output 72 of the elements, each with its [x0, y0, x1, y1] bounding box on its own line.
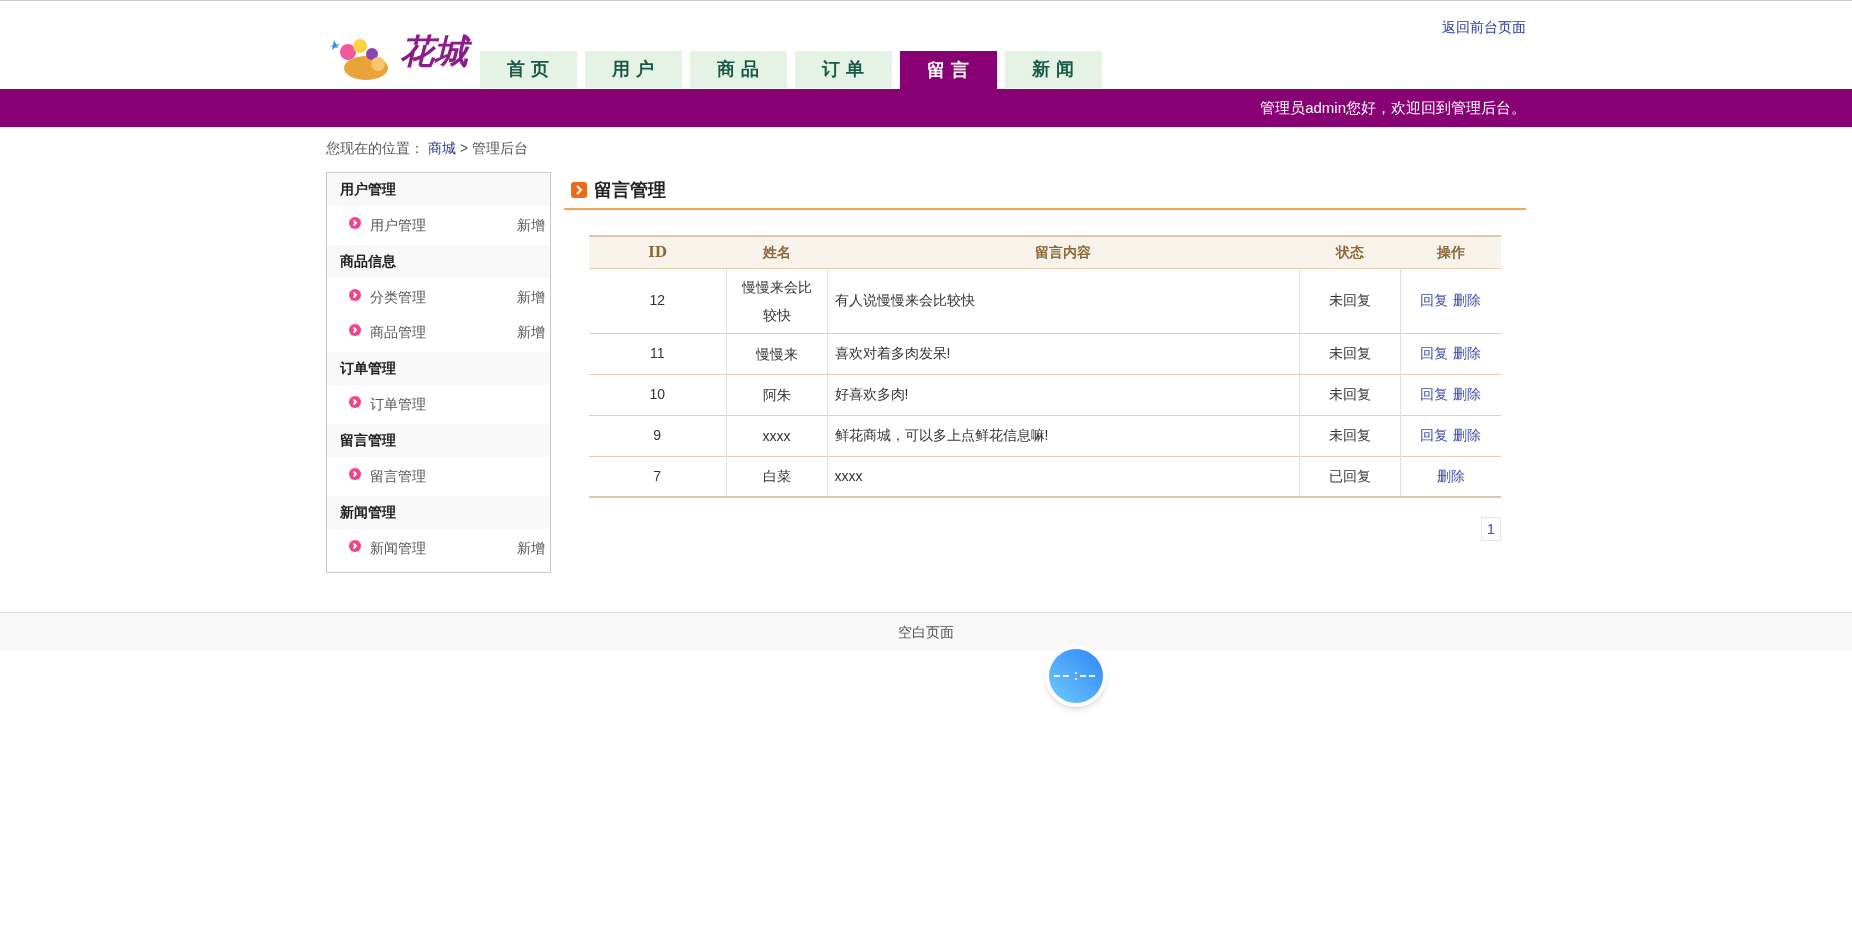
action-link[interactable]: 回复: [1420, 384, 1449, 405]
sidebar-link[interactable]: 商品管理: [370, 322, 517, 343]
sidebar-link[interactable]: 留言管理: [370, 466, 545, 487]
add-link[interactable]: 新增: [517, 538, 545, 559]
sidebar-section-header: 留言管理: [327, 424, 550, 457]
add-link[interactable]: 新增: [517, 215, 545, 236]
table-cell: 12: [589, 268, 726, 333]
breadcrumb-label: 您现在的位置：: [326, 138, 424, 158]
add-link[interactable]: 新增: [517, 322, 545, 343]
sidebar-section-header: 商品信息: [327, 245, 550, 278]
table-cell: 白菜: [726, 456, 827, 497]
table-cell: 未回复: [1299, 333, 1400, 374]
table-cell: 7: [589, 456, 726, 497]
nav-tab[interactable]: 留 言: [900, 51, 997, 89]
nav-tab[interactable]: 订 单: [795, 51, 892, 88]
table-cell: xxxx: [726, 415, 827, 456]
chevron-circle-icon: [349, 288, 361, 301]
nav-tab[interactable]: 用 户: [585, 51, 682, 88]
table-cell: 未回复: [1299, 268, 1400, 333]
action-link[interactable]: 回复: [1420, 425, 1449, 446]
action-link[interactable]: 删除: [1453, 343, 1482, 364]
table-cell: 有人说慢慢来会比较快: [827, 268, 1299, 333]
page-button[interactable]: 1: [1481, 517, 1501, 541]
action-link[interactable]: 回复: [1420, 290, 1449, 311]
chevron-circle-icon: [349, 395, 361, 408]
arrow-square-icon: [571, 182, 587, 198]
footer-text: 空白页面: [898, 622, 954, 642]
nav-tab[interactable]: 商 品: [690, 51, 787, 88]
sidebar-section-header: 新闻管理: [327, 496, 550, 529]
table-cell: 已回复: [1299, 456, 1400, 497]
table-cell: 阿朱: [726, 374, 827, 415]
table-cell: 9: [589, 415, 726, 456]
action-link[interactable]: 删除: [1453, 425, 1482, 446]
sidebar-link[interactable]: 订单管理: [370, 394, 545, 415]
table-cell: 喜欢对着多肉发呆!: [827, 333, 1299, 374]
table-cell: 10: [589, 374, 726, 415]
nav-tab[interactable]: 首 页: [480, 51, 577, 88]
sidebar-section-header: 用户管理: [327, 173, 550, 206]
action-link[interactable]: 删除: [1453, 384, 1482, 405]
sidebar-link[interactable]: 分类管理: [370, 287, 517, 308]
action-link[interactable]: 回复: [1420, 343, 1449, 364]
chevron-circle-icon: [349, 216, 361, 229]
column-header: 状态: [1299, 236, 1400, 268]
sidebar-link[interactable]: 用户管理: [370, 215, 517, 236]
table-cell: 未回复: [1299, 374, 1400, 415]
column-header: 姓名: [726, 236, 827, 268]
add-link[interactable]: 新增: [517, 287, 545, 308]
panel-title: 留言管理: [594, 178, 666, 202]
table-cell: 11: [589, 333, 726, 374]
chevron-circle-icon: [349, 323, 361, 336]
welcome-text: 管理员admin您好，欢迎回到管理后台。: [1260, 97, 1526, 118]
column-header: 操作: [1400, 236, 1501, 268]
table-cell: 鲜花商城，可以多上点鲜花信息嘛!: [827, 415, 1299, 456]
table-cell: 慢慢来: [726, 333, 827, 374]
table-cell: xxxx: [827, 456, 1299, 497]
column-header: ID: [589, 236, 726, 268]
floating-button[interactable]: [1045, 645, 1107, 707]
breadcrumb-link[interactable]: 商城: [428, 137, 456, 159]
back-link[interactable]: 返回前台页面: [1442, 17, 1526, 38]
action-link[interactable]: 删除: [1453, 290, 1482, 311]
table-cell: 慢慢来会比较快: [726, 268, 827, 333]
nav-tab[interactable]: 新 闻: [1005, 51, 1102, 88]
chevron-circle-icon: [349, 539, 361, 552]
table-cell: 好喜欢多肉!: [827, 374, 1299, 415]
breadcrumb-current: 管理后台: [472, 138, 529, 158]
sidebar-link[interactable]: 新闻管理: [370, 538, 517, 559]
chevron-circle-icon: [349, 467, 361, 480]
table-cell: 未回复: [1299, 415, 1400, 456]
action-link[interactable]: 删除: [1436, 465, 1465, 487]
column-header: 留言内容: [827, 236, 1299, 268]
breadcrumb-separator: >: [460, 138, 469, 158]
sidebar-section-header: 订单管理: [327, 352, 550, 385]
